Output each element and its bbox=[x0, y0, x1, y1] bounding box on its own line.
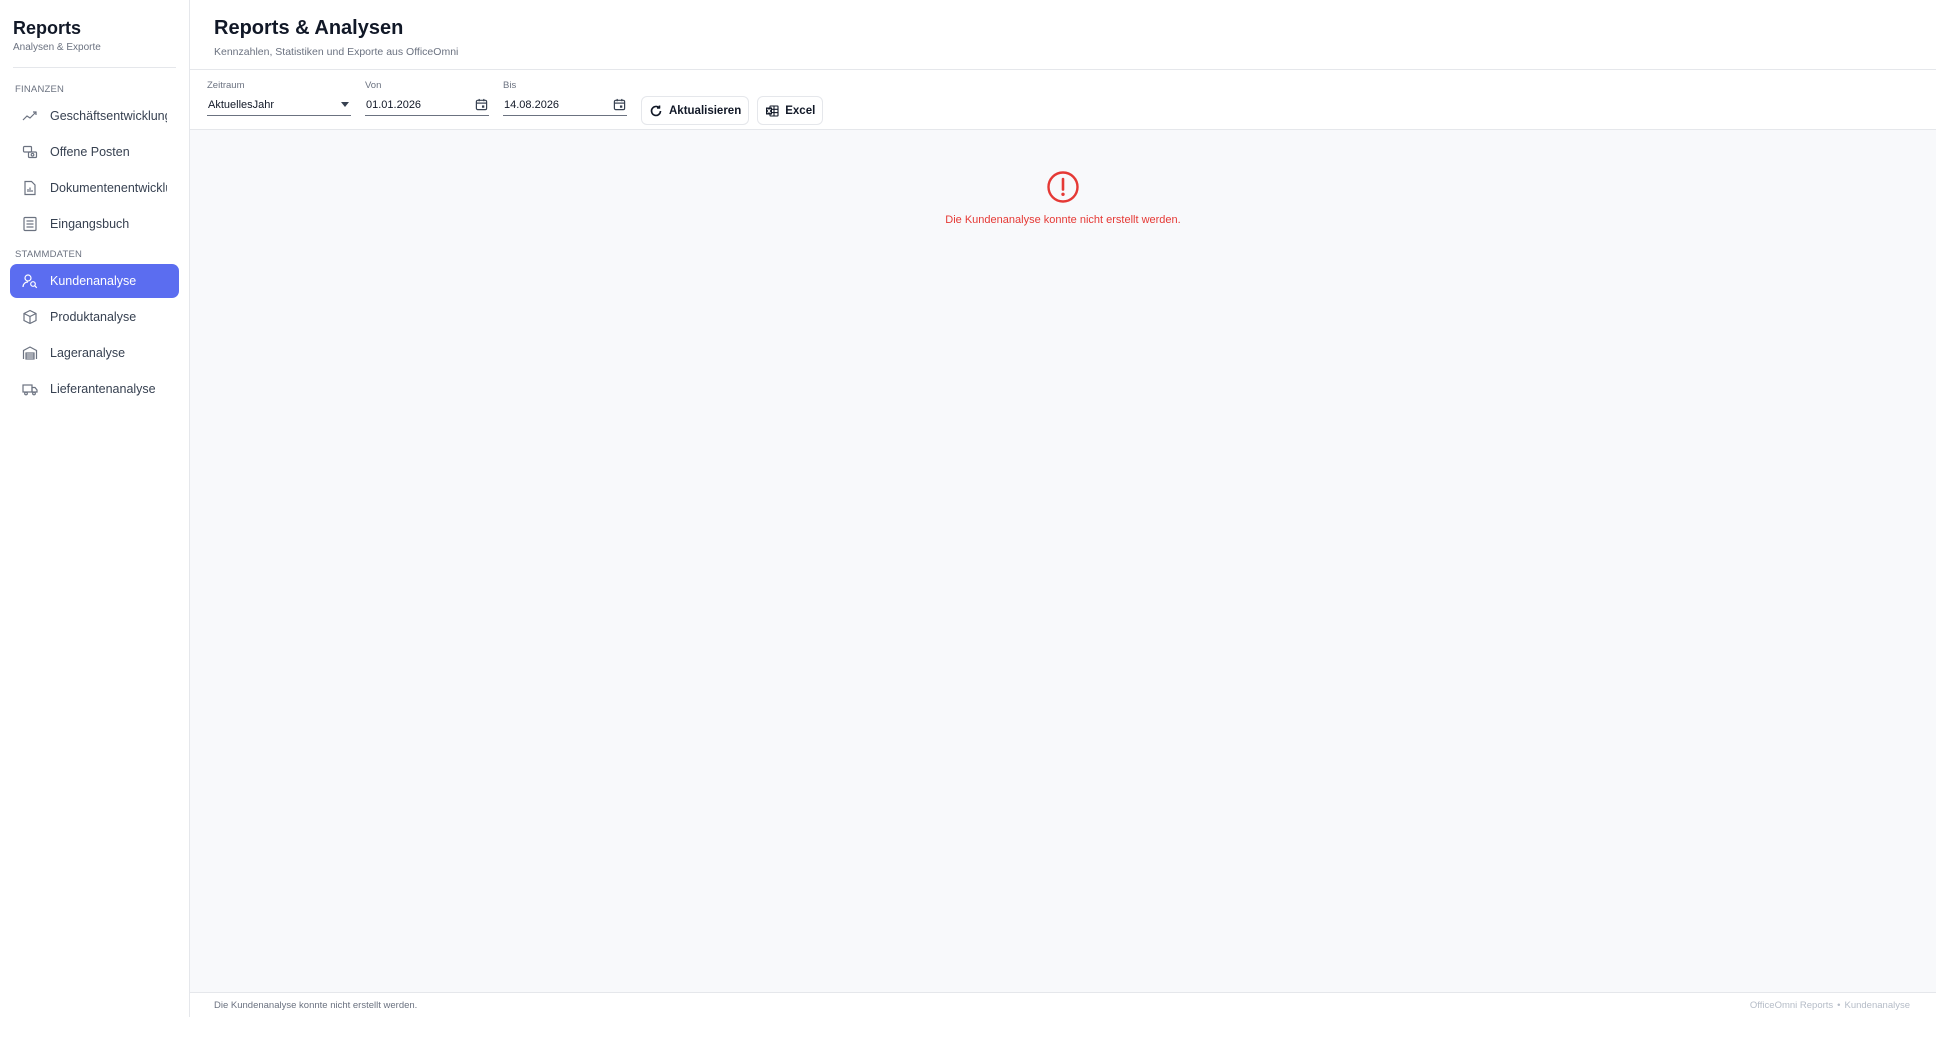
truck-icon bbox=[22, 381, 38, 397]
sidebar-item-lieferantenanalyse[interactable]: Lieferantenanalyse bbox=[10, 372, 179, 406]
section-label-finanzen: FINANZEN bbox=[15, 84, 65, 95]
excel-label: Excel bbox=[785, 104, 816, 117]
trend-line-icon bbox=[22, 108, 38, 124]
main-area: Reports & Analysen Kennzahlen, Statistik… bbox=[190, 0, 1936, 1017]
von-label: Von bbox=[365, 80, 382, 91]
page-subtitle: Kennzahlen, Statistiken und Exporte aus … bbox=[214, 46, 459, 58]
calendar-icon[interactable] bbox=[613, 98, 626, 111]
status-bar: Die Kundenanalyse konnte nicht erstellt … bbox=[190, 992, 1936, 1017]
sidebar-item-label: Eingangsbuch bbox=[50, 217, 130, 231]
sidebar-item-lageranalyse[interactable]: Lageranalyse bbox=[10, 336, 179, 370]
sidebar-item-produktanalyse[interactable]: Produktanalyse bbox=[10, 300, 179, 334]
status-view-name: Kundenanalyse bbox=[1844, 999, 1911, 1011]
error-message: Die Kundenanalyse konnte nicht erstellt … bbox=[945, 214, 1181, 226]
excel-export-button[interactable]: Excel bbox=[757, 96, 824, 125]
report-content: Die Kundenanalyse konnte nicht erstellt … bbox=[190, 130, 1936, 992]
status-message: Die Kundenanalyse konnte nicht erstellt … bbox=[214, 999, 418, 1011]
sidebar-divider bbox=[13, 67, 176, 68]
von-field: Von 01.01.2026 bbox=[365, 80, 489, 116]
zeitraum-label: Zeitraum bbox=[207, 80, 245, 91]
sidebar-item-label: Offene Posten bbox=[50, 145, 130, 159]
bis-field: Bis 14.08.2026 bbox=[503, 80, 627, 116]
sidebar-brand: Reports Analysen & Exporte bbox=[0, 0, 189, 63]
money-exchange-icon bbox=[22, 144, 38, 160]
zeitraum-value: AktuellesJahr bbox=[208, 98, 275, 111]
section-label-stammdaten: STAMMDATEN bbox=[15, 249, 83, 260]
sidebar: Reports Analysen & Exporte FINANZEN Gesc… bbox=[0, 0, 190, 1017]
sidebar-item-label: Geschäftsentwicklung bbox=[50, 109, 167, 123]
sidebar-title: Reports bbox=[13, 18, 82, 38]
sidebar-item-offene-posten[interactable]: Offene Posten bbox=[10, 135, 179, 169]
refresh-icon bbox=[649, 104, 663, 118]
nav-stammdaten: Kundenanalyse Produktanalyse Lageranalys… bbox=[0, 264, 189, 406]
sidebar-item-label: Dokumentenentwicklu bbox=[50, 181, 167, 195]
sidebar-item-kundenanalyse[interactable]: Kundenanalyse bbox=[10, 264, 179, 298]
nav-finanzen: Geschäftsentwicklung Offene Posten Dokum… bbox=[0, 99, 189, 241]
document-chart-icon bbox=[22, 180, 38, 196]
sidebar-subtitle: Analysen & Exporte bbox=[13, 42, 101, 53]
bis-label: Bis bbox=[503, 80, 517, 91]
page-title: Reports & Analysen bbox=[214, 17, 404, 39]
calendar-icon[interactable] bbox=[475, 98, 488, 111]
sidebar-item-label: Lageranalyse bbox=[50, 346, 126, 360]
sidebar-item-label: Kundenanalyse bbox=[50, 274, 137, 288]
warehouse-icon bbox=[22, 345, 38, 361]
error-state: Die Kundenanalyse konnte nicht erstellt … bbox=[190, 170, 1936, 226]
status-app-name: OfficeOmni Reports bbox=[1749, 999, 1834, 1011]
sidebar-item-dokumentenentwicklung[interactable]: Dokumentenentwicklu bbox=[10, 171, 179, 205]
refresh-label: Aktualisieren bbox=[669, 104, 742, 117]
status-right: OfficeOmni Reports • Kundenanalyse bbox=[1748, 1000, 1912, 1011]
excel-icon bbox=[765, 104, 779, 118]
sidebar-item-label: Lieferantenanalyse bbox=[50, 382, 156, 396]
sidebar-item-eingangsbuch[interactable]: Eingangsbuch bbox=[10, 207, 179, 241]
refresh-button[interactable]: Aktualisieren bbox=[641, 96, 750, 125]
zeitraum-select[interactable]: AktuellesJahr bbox=[207, 94, 351, 116]
app-window: Reports Analysen & Exporte FINANZEN Gesc… bbox=[0, 0, 1936, 1048]
chevron-down-icon bbox=[341, 102, 349, 107]
sidebar-item-label: Produktanalyse bbox=[50, 310, 137, 324]
zeitraum-field: Zeitraum AktuellesJahr bbox=[207, 80, 351, 116]
von-date-input[interactable]: 01.01.2026 bbox=[365, 94, 489, 116]
sidebar-item-geschaeftsentwicklung[interactable]: Geschäftsentwicklung bbox=[10, 99, 179, 133]
bis-date-input[interactable]: 14.08.2026 bbox=[503, 94, 627, 116]
box-icon bbox=[22, 309, 38, 325]
status-separator: • bbox=[1837, 999, 1841, 1011]
error-icon bbox=[1046, 170, 1080, 204]
page-header: Reports & Analysen Kennzahlen, Statistik… bbox=[190, 0, 1936, 70]
filter-toolbar: Zeitraum AktuellesJahr Von 01.01.2026 Bi… bbox=[190, 70, 1936, 130]
von-value: 01.01.2026 bbox=[366, 98, 422, 111]
user-search-icon bbox=[22, 273, 38, 289]
bis-value: 14.08.2026 bbox=[504, 98, 560, 111]
ledger-list-icon bbox=[22, 216, 38, 232]
